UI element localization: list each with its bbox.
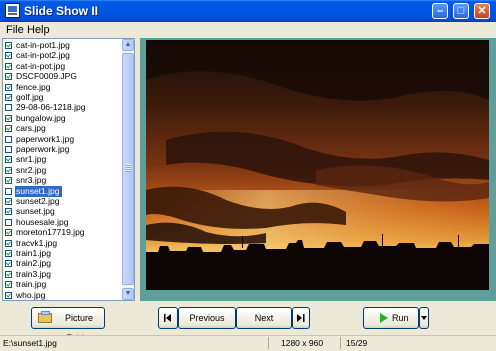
file-checkbox[interactable] [5,125,12,133]
file-name: snr3.jpg [16,175,47,186]
file-checkbox[interactable] [5,146,12,153]
minimize-button[interactable]: – [432,3,448,19]
file-name: tracvk1.jpg [16,237,58,248]
next-label: Next [254,313,274,323]
status-path: E:\sunset1.jpg [3,338,57,348]
file-name: moreton17719.jpg [16,227,85,238]
scroll-down-button[interactable]: ▼ [122,288,134,300]
file-name: fence.jpg [16,81,51,92]
file-name: snr2.jpg [16,164,47,175]
file-list-item[interactable]: who.jpg [3,289,121,300]
file-checkbox[interactable] [5,229,12,237]
close-icon: ✕ [477,5,487,17]
file-name: golf.jpg [16,92,44,102]
dropdown-arrow-icon [421,316,427,320]
image-viewer [140,38,496,301]
run-button[interactable]: Run [363,307,419,329]
file-checkbox[interactable] [5,187,12,195]
folder-icon [38,311,52,323]
last-icon [297,314,305,322]
app-icon [5,3,20,18]
file-name: cat-in-pot.jpg [16,60,66,71]
file-checkbox[interactable] [5,177,12,185]
file-checkbox[interactable] [5,83,12,91]
last-button[interactable] [292,307,310,329]
file-name: paperwork.jpg [16,144,70,154]
close-button[interactable]: ✕ [474,3,490,19]
file-checkbox[interactable] [5,260,12,268]
run-label: Run [392,313,409,323]
file-name: housesale.jpg [16,216,69,227]
maximize-icon: □ [457,5,465,17]
file-checkbox[interactable] [5,208,12,216]
file-name: 29-08-06-1218.jpg [16,102,86,113]
sunset-photo [146,40,489,290]
previous-label: Previous [189,313,225,323]
file-checkbox[interactable] [5,239,12,247]
status-dimensions: 1280 x 960 [268,337,340,349]
file-name: train.jpg [16,279,47,290]
scroll-up-button[interactable]: ▲ [122,39,134,51]
file-checkbox[interactable] [5,114,12,122]
file-checkbox[interactable] [5,94,12,101]
file-name: sunset1.jpg [15,185,63,197]
file-name: bungalow.jpg [16,112,66,123]
first-icon [164,314,171,322]
scroll-thumb[interactable] [122,53,134,285]
file-checkbox[interactable] [5,62,12,70]
window-title: Slide Show II [24,4,99,18]
file-checkbox[interactable] [5,198,12,205]
menu-file[interactable]: File [6,24,24,36]
previous-button[interactable]: Previous [178,307,236,329]
file-name: sunset.jpg [16,206,55,217]
file-name: train3.jpg [16,268,51,279]
file-checkbox[interactable] [5,291,12,299]
menu-help[interactable]: Help [27,24,50,36]
file-checkbox[interactable] [5,166,12,174]
run-options-button[interactable] [419,307,429,329]
file-checkbox[interactable] [5,218,12,226]
list-scrollbar[interactable]: ▲ ▼ [122,39,134,300]
file-name: cars.jpg [16,123,46,134]
file-name: paperwork1.jpg [16,133,75,144]
file-name: DSCF0009.JPG [16,71,77,82]
file-name: cat-in-pot2.jpg [16,50,70,61]
file-checkbox[interactable] [5,52,12,60]
file-list[interactable]: cat-in-pot1.jpg cat-in-pot2.jpg cat-in-pot… [2,38,135,301]
file-name: sunset2.jpg [16,196,60,206]
title-bar: Slide Show II – □ ✕ [0,0,496,22]
file-checkbox[interactable] [5,73,12,81]
scroll-grip-icon [126,164,131,172]
file-name: train2.jpg [16,258,51,269]
file-checkbox[interactable] [5,270,12,278]
picture-folder-button[interactable]: Picture Folder [31,307,105,343]
file-checkbox[interactable] [5,250,12,257]
next-button[interactable]: Next [236,307,292,329]
file-name: train1.jpg [16,248,51,258]
file-checkbox[interactable] [5,156,12,164]
file-checkbox[interactable] [5,281,12,289]
minimize-icon: – [436,5,444,17]
file-name: snr1.jpg [16,154,47,165]
file-name: who.jpg [16,289,46,300]
status-position: 15/29 [340,337,496,349]
file-checkbox[interactable] [5,135,12,143]
maximize-button[interactable]: □ [453,3,469,19]
play-icon [380,313,388,323]
file-checkbox[interactable] [5,104,12,112]
menu-bar: File Help [0,22,496,38]
file-name: cat-in-pot1.jpg [16,40,70,50]
status-bar: E:\sunset1.jpg 1280 x 960 15/29 [0,335,496,351]
first-button[interactable] [158,307,178,329]
file-checkbox[interactable] [5,42,12,49]
